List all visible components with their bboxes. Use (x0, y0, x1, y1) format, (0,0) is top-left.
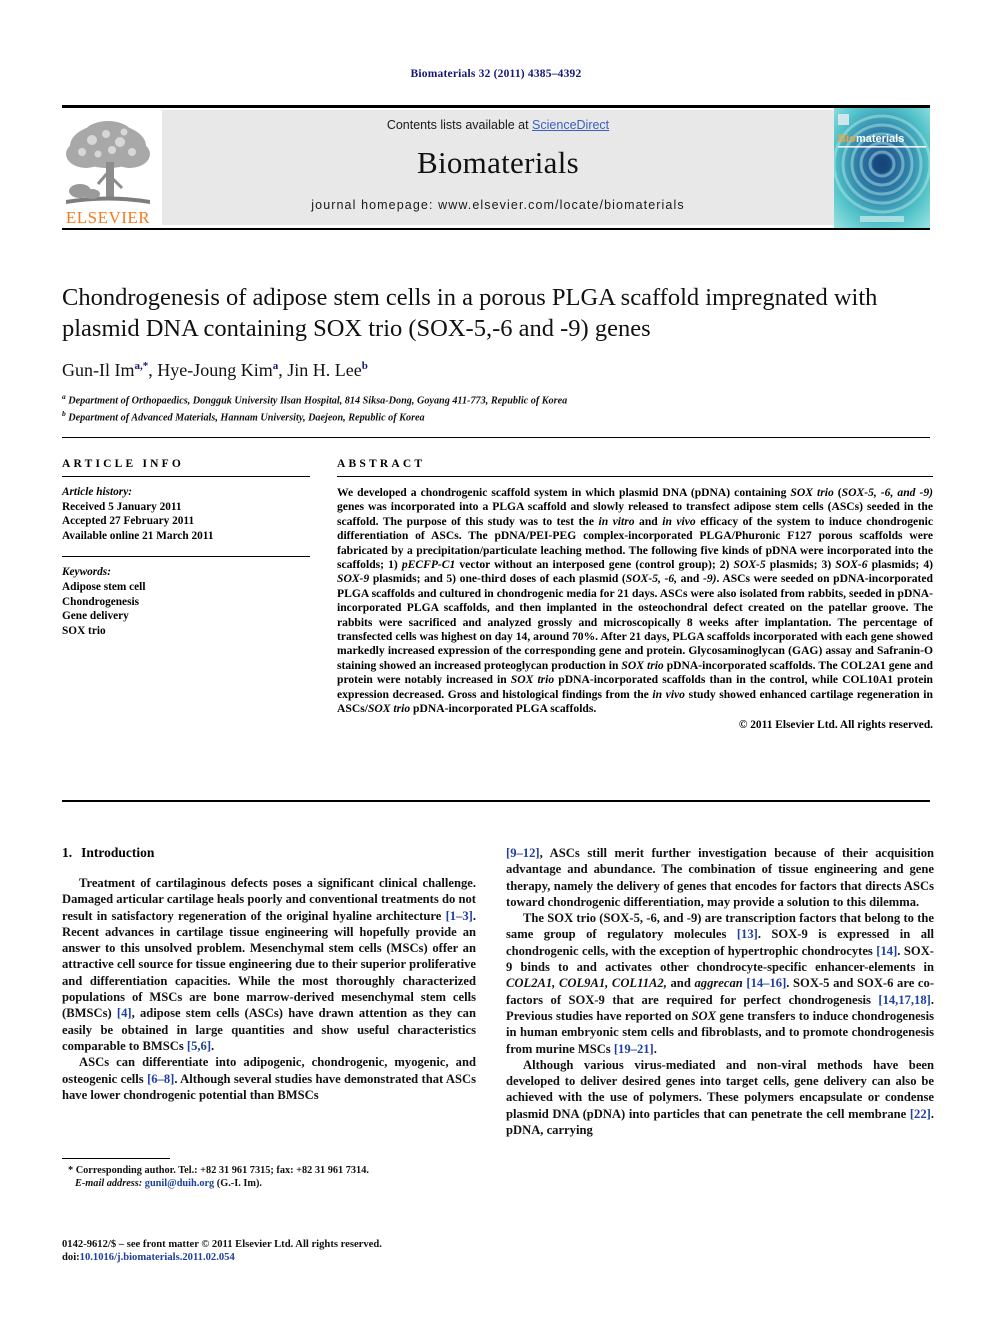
svg-text:Bio: Bio (838, 133, 856, 145)
keyword-item: Chondrogenesis (62, 595, 140, 608)
doi-line: doi:10.1016/j.biomaterials.2011.02.054 (62, 1251, 476, 1264)
title-block: Chondrogenesis of adipose stem cells in … (62, 282, 934, 425)
history-accepted: Accepted 27 February 2011 (62, 515, 195, 528)
paragraph: Treatment of cartilaginous defects poses… (62, 876, 476, 1053)
author-list: Gun-Il Ima,*, Hye-Joung Kima, Jin H. Lee… (62, 360, 368, 380)
masthead-bottom-rule (62, 228, 930, 230)
footnote-rule (62, 1158, 170, 1159)
doi-link[interactable]: 10.1016/j.biomaterials.2011.02.054 (80, 1252, 235, 1263)
article-info-rule (62, 476, 310, 477)
affiliation-b: b Department of Advanced Materials, Hann… (62, 409, 425, 424)
title-bottom-rule (62, 437, 930, 438)
corresponding-author-line: * Corresponding author. Tel.: +82 31 961… (68, 1165, 369, 1176)
issn-line: 0142-9612/$ – see front matter © 2011 El… (62, 1239, 382, 1250)
keywords-label: Keywords: (62, 566, 111, 579)
corresponding-author-note: * Corresponding author. Tel.: +82 31 961… (62, 1164, 476, 1190)
paragraph: The SOX trio (SOX-5, -6, and -9) are tra… (506, 911, 935, 1056)
abstract-column: ABSTRACT We developed a chondrogenic sca… (337, 458, 933, 731)
abstract-copyright: © 2011 Elsevier Ltd. All rights reserved… (738, 718, 933, 731)
paragraph: ASCs can differentiate into adipogenic, … (62, 1055, 476, 1102)
journal-cover-thumbnail: Bio materials (834, 108, 930, 228)
affiliation-a: a Department of Orthopaedics, Dongguk Un… (62, 392, 568, 407)
elsevier-logo: ELSEVIER (62, 110, 154, 228)
article-history-label: Article history: (62, 486, 132, 498)
article-page: Biomaterials 32 (2011) 4385–4392 ELSEVIE… (0, 0, 992, 1323)
section-title: Introduction (81, 845, 155, 860)
keywords-group: Keywords: Adipose stem cell Chondrogenes… (62, 565, 310, 638)
sciencedirect-link[interactable]: ScienceDirect (532, 118, 609, 132)
history-online: Available online 21 March 2011 (62, 529, 214, 542)
keyword-item: SOX trio (62, 624, 106, 637)
abstract-heading: ABSTRACT (337, 458, 426, 470)
contents-available-line: Contents lists available at ScienceDirec… (162, 118, 834, 132)
keyword-item: Gene delivery (62, 610, 129, 623)
article-info-column: ARTICLE INFO Article history: Received 5… (62, 458, 310, 638)
page-title: Chondrogenesis of adipose stem cells in … (62, 284, 878, 342)
abstract-rule (337, 476, 933, 477)
journal-homepage-line[interactable]: journal homepage: www.elsevier.com/locat… (162, 198, 834, 212)
corresponding-email-line[interactable]: E-mail address: gunil@duih.org (G.-I. Im… (62, 1177, 476, 1190)
sciencedirect-banner: Contents lists available at ScienceDirec… (162, 110, 834, 225)
body-column-right: [9–12], ASCs still merit further investi… (506, 845, 934, 1138)
abstract-bottom-rule (62, 800, 930, 802)
history-received: Received 5 January 2011 (62, 500, 182, 513)
footnote-block: * Corresponding author. Tel.: +82 31 961… (62, 1158, 476, 1190)
svg-text:ELSEVIER: ELSEVIER (66, 208, 150, 227)
keywords-separator (62, 556, 310, 558)
paragraph: [9–12], ASCs still merit further investi… (506, 846, 934, 909)
svg-text:materials: materials (856, 133, 904, 145)
article-history-group: Article history: Received 5 January 2011… (62, 485, 310, 543)
masthead-top-rule (62, 105, 930, 108)
journal-title: Biomaterials (416, 145, 579, 180)
affiliation-list: a Department of Orthopaedics, Dongguk Un… (62, 390, 934, 425)
section-heading-introduction: 1. Introduction (62, 845, 476, 861)
issn-doi-block: 0142-9612/$ – see front matter © 2011 El… (62, 1238, 476, 1265)
article-info-heading: ARTICLE INFO (62, 458, 185, 470)
body-column-left: 1. Introduction Treatment of cartilaginou… (62, 845, 476, 1103)
keyword-item: Adipose stem cell (62, 580, 146, 593)
journal-masthead: ELSEVIER Contents lists available at Sci… (62, 105, 930, 230)
contents-prefix: Contents lists available at (386, 118, 533, 132)
section-number: 1. (62, 845, 73, 860)
abstract-text: We developed a chondrogenic scaffold sys… (337, 486, 934, 716)
paragraph: Although various virus-mediated and non-… (506, 1057, 934, 1138)
running-head: Biomaterials 32 (2011) 4385–4392 (410, 68, 582, 80)
doi-prefix: doi: (62, 1252, 80, 1264)
